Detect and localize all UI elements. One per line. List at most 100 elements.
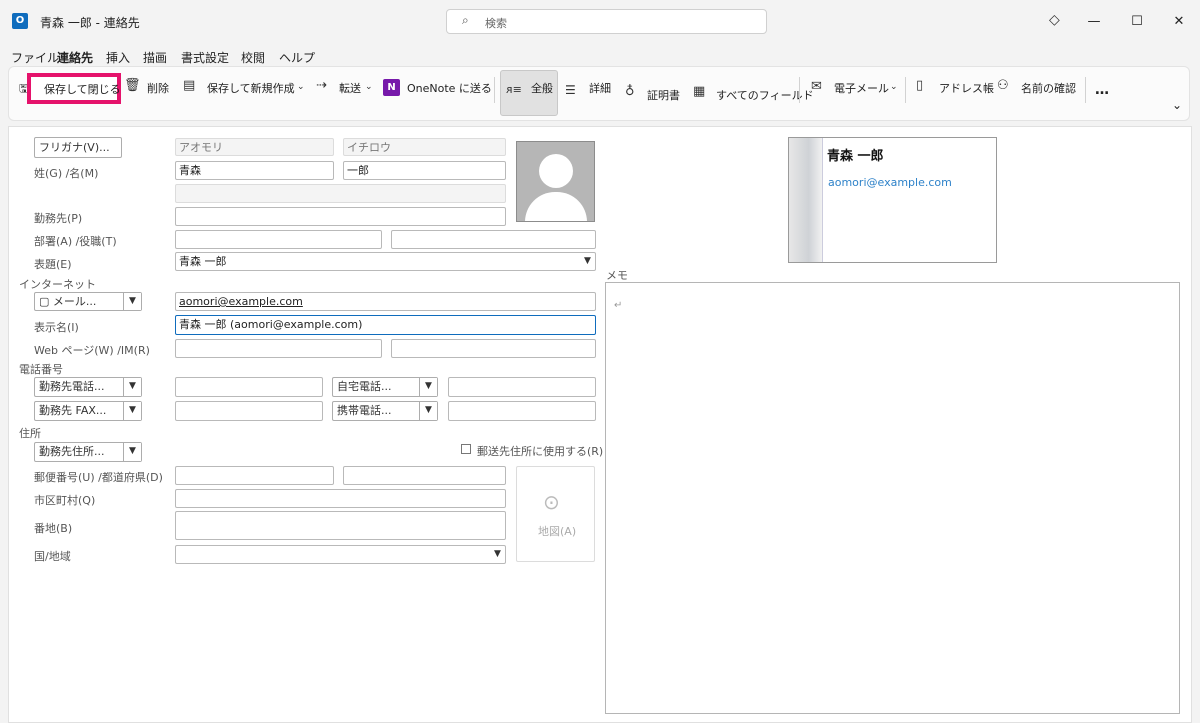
mail-icon: ✉	[811, 79, 822, 94]
file-as-label: 表題(E)	[34, 258, 72, 271]
memo-textarea[interactable]	[605, 282, 1180, 714]
web-page-label: Web ページ(W) /IM(R)	[34, 344, 150, 357]
save-and-close-label: 保存して閉じる	[44, 83, 121, 96]
mailing-address-checkbox[interactable]	[461, 444, 471, 454]
email-field[interactable]: aomori@example.com	[175, 292, 596, 311]
phone-section-header: 電話番号	[19, 363, 63, 376]
details-icon: ☰	[565, 83, 576, 97]
first-name-field[interactable]: 一郎	[343, 161, 506, 180]
city-field[interactable]	[175, 489, 506, 508]
ribbon-separator	[494, 77, 495, 103]
mobile-phone-field[interactable]	[448, 401, 596, 421]
email-type-label: メール...	[52, 295, 97, 308]
im-address-field[interactable]	[391, 339, 596, 358]
middle-name-field[interactable]	[175, 184, 506, 203]
trash-icon: 🗑	[124, 78, 141, 93]
company-label: 勤務先(P)	[34, 212, 83, 225]
street-field[interactable]	[175, 511, 506, 540]
map-button[interactable]	[516, 466, 595, 562]
chevron-down-icon[interactable]: ⌄	[890, 82, 898, 92]
all-fields-icon: ▦	[693, 84, 706, 99]
chevron-down-icon[interactable]: ⌄	[297, 82, 305, 92]
dropdown-arrow-icon[interactable]: ▼	[123, 443, 141, 461]
zip-field[interactable]	[175, 466, 334, 485]
certificates-button[interactable]: 証明書	[647, 87, 680, 103]
more-options-icon[interactable]: …	[1095, 82, 1109, 98]
menu-insert[interactable]: 挿入	[106, 49, 130, 66]
forward-button[interactable]: 転送	[339, 80, 361, 96]
outlook-icon: O	[12, 13, 28, 29]
name-label: 姓(G) /名(M)	[34, 167, 99, 180]
close-button[interactable]: ✕	[1157, 8, 1200, 36]
dropdown-arrow-icon[interactable]: ▼	[419, 378, 437, 396]
department-field[interactable]	[175, 230, 382, 249]
menu-format[interactable]: 書式設定	[181, 49, 229, 66]
send-to-onenote-button[interactable]: OneNote に送る	[407, 80, 492, 96]
contact-photo[interactable]	[516, 141, 595, 222]
minimize-button[interactable]: —	[1072, 8, 1116, 36]
last-name-field[interactable]: 青森	[175, 161, 334, 180]
check-names-icon: ⚇	[997, 78, 1009, 93]
department-label: 部署(A) /役職(T)	[34, 235, 117, 248]
street-label: 番地(B)	[34, 522, 73, 535]
collapse-ribbon-icon[interactable]: ⌄	[1172, 98, 1182, 112]
menu-bar	[0, 44, 1200, 66]
save-and-new-button[interactable]: 保存して新規作成	[207, 80, 295, 96]
address-book-button[interactable]: アドレス帳	[939, 80, 994, 96]
business-phone-field[interactable]	[175, 377, 323, 397]
menu-draw[interactable]: 描画	[143, 49, 167, 66]
search-placeholder: 検索	[485, 17, 507, 30]
ribbon-separator	[1085, 77, 1086, 103]
window-title: 青森 一郎 - 連絡先	[40, 16, 140, 30]
dropdown-arrow-icon[interactable]: ▼	[123, 402, 141, 420]
onenote-icon: N	[383, 79, 400, 96]
city-label: 市区町村(Q)	[34, 494, 96, 507]
web-page-field[interactable]	[175, 339, 382, 358]
avatar-head	[539, 154, 573, 188]
menu-file[interactable]: ファイル	[11, 49, 59, 66]
file-as-select[interactable]: 青森 一郎	[175, 252, 596, 271]
check-names-button[interactable]: 名前の確認	[1021, 80, 1076, 96]
dropdown-arrow-icon[interactable]: ▼	[494, 549, 501, 559]
memo-label: メモ	[606, 269, 628, 282]
home-phone-field[interactable]	[448, 377, 596, 397]
mailing-address-label: 郵送先住所に使用する(R)	[477, 445, 604, 458]
ribbon-separator	[905, 77, 906, 103]
prefecture-field[interactable]	[343, 466, 506, 485]
display-name-field[interactable]: 青森 一郎 (aomori@example.com)	[175, 315, 596, 335]
general-label: 全般	[531, 82, 553, 95]
card-decoration	[789, 138, 823, 262]
chevron-down-icon[interactable]: ⌄	[365, 82, 373, 92]
dropdown-arrow-icon[interactable]: ▼	[584, 256, 591, 266]
menu-help[interactable]: ヘルプ	[279, 49, 315, 66]
email-button[interactable]: 電子メール	[834, 80, 889, 96]
maximize-button[interactable]: ☐	[1115, 8, 1159, 36]
address-section-header: 住所	[19, 427, 41, 440]
search-icon: ⌕	[462, 13, 469, 27]
forward-icon: ⇢	[316, 78, 327, 93]
delete-button[interactable]: 削除	[147, 80, 169, 96]
card-name: 青森 一郎	[827, 149, 884, 164]
map-label: 地図(A)	[538, 525, 577, 538]
ribbon-separator	[799, 77, 800, 103]
dropdown-arrow-icon[interactable]: ▼	[419, 402, 437, 420]
business-card[interactable]	[788, 137, 997, 263]
business-fax-field[interactable]	[175, 401, 323, 421]
card-email: aomori@example.com	[828, 176, 952, 189]
furigana-button[interactable]: フリガナ(V)...	[34, 137, 122, 158]
dropdown-arrow-icon[interactable]: ▼	[123, 378, 141, 396]
details-button[interactable]: 詳細	[589, 80, 611, 96]
country-select[interactable]	[175, 545, 506, 564]
furigana-first-field[interactable]: イチロウ	[343, 138, 506, 156]
job-title-field[interactable]	[391, 230, 596, 249]
diamond-icon[interactable]: ◇	[1049, 12, 1060, 28]
zip-label: 郵便番号(U) /都道府県(D)	[34, 471, 163, 484]
map-pin-icon: ⊙	[543, 490, 560, 514]
furigana-last-field[interactable]: アオモリ	[175, 138, 334, 156]
company-field[interactable]	[175, 207, 506, 226]
dropdown-arrow-icon[interactable]: ▼	[123, 293, 141, 310]
certificate-icon: ♁	[625, 84, 635, 99]
contact-card-icon: ▢	[39, 295, 53, 308]
country-label: 国/地域	[34, 550, 71, 563]
menu-review[interactable]: 校閲	[241, 49, 265, 66]
